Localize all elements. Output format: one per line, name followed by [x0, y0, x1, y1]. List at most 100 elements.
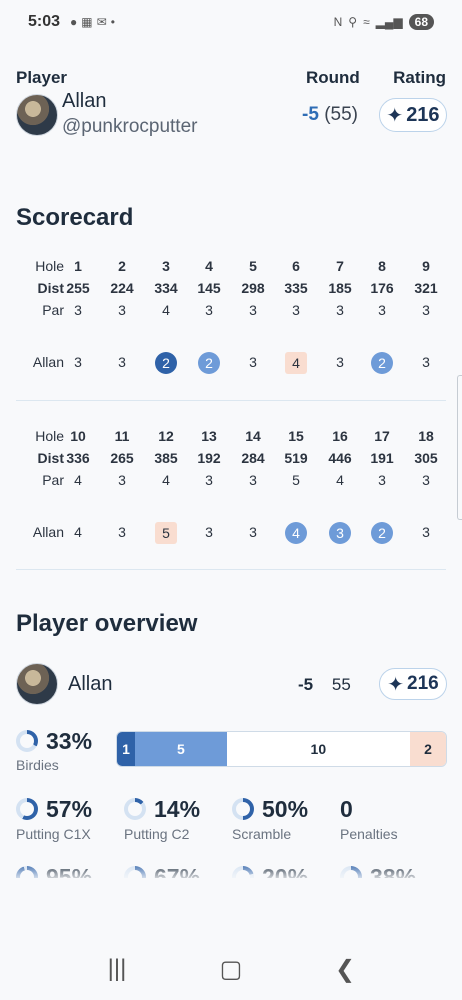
distribution-segment: 10 [226, 732, 410, 766]
hole-row: Hole 1 2 3 4 5 6 7 8 9 [16, 258, 446, 280]
overview-rating-badge[interactable]: ✦ 216 [379, 668, 447, 700]
round-strokes: (55) [324, 104, 358, 125]
hole-score-bogey: 5 [155, 522, 177, 544]
hole-number: 12 [158, 428, 174, 444]
hole-score-par: 3 [249, 354, 257, 370]
hole-score-par: 3 [336, 354, 344, 370]
hole-number: 17 [374, 428, 390, 444]
hole-number: 16 [332, 428, 348, 444]
hole-distance: 385 [154, 450, 178, 466]
hole-distance: 335 [284, 280, 308, 296]
stat-ring-icon [232, 798, 254, 820]
hole-par: 3 [118, 472, 126, 488]
stat-label: Putting C1X [16, 826, 91, 842]
hole-number: 5 [249, 258, 257, 274]
stat-value: 14% [154, 796, 201, 822]
hole-par: 3 [292, 302, 300, 318]
hole-number: 11 [114, 428, 130, 444]
overview-player-name[interactable]: Allan [68, 673, 112, 696]
overview-round-strokes: 55 [331, 675, 351, 694]
hole-par: 3 [422, 472, 430, 488]
score-distribution-bar[interactable]: 1 5 10 2 [116, 731, 447, 767]
par-row: Par 3 3 4 3 3 3 3 3 3 [16, 302, 446, 324]
hole-par: 3 [205, 472, 213, 488]
rating-value: 216 [406, 103, 440, 126]
overview-avatar[interactable] [16, 663, 58, 705]
hole-score-par: 3 [249, 524, 257, 540]
scroll-fade [0, 862, 462, 882]
scrollbar[interactable] [457, 375, 462, 520]
hole-distance: 224 [110, 280, 134, 296]
player-label: Player [16, 68, 68, 87]
hole-score-par: 4 [74, 524, 82, 540]
player-score-label: Allan [32, 524, 64, 540]
hole-score-par: 3 [74, 354, 82, 370]
hole-distance: 255 [66, 280, 90, 296]
player-handle[interactable]: @punkrocputter [62, 116, 197, 138]
recents-icon[interactable]: ||| [97, 955, 137, 983]
hole-score-birdie: 3 [329, 522, 351, 544]
hole-distance: 446 [328, 450, 352, 466]
hole-distance: 191 [370, 450, 394, 466]
hole-score-birdie: 4 [285, 522, 307, 544]
hole-par: 4 [162, 472, 170, 488]
score-row: Allan 332234323 [16, 352, 446, 376]
hole-number: 14 [245, 428, 261, 444]
hole-par: 4 [162, 302, 170, 318]
hole-distance: 176 [370, 280, 394, 296]
signal-icon: ▂▄▆ [375, 15, 403, 29]
stat-label: Putting C2 [124, 826, 190, 842]
home-icon[interactable]: ▢ [211, 955, 251, 984]
dist-row: Dist 336 265 385 192 284 519 446 191 305 [16, 450, 446, 472]
dot-icon: • [110, 15, 115, 29]
news-icon: ▦ [81, 15, 93, 29]
dist-label: Dist [37, 450, 64, 466]
hole-label: Hole [35, 428, 64, 444]
hole-distance: 265 [110, 450, 134, 466]
hole-score-birdie: 2 [198, 352, 220, 374]
hole-par: 3 [118, 302, 126, 318]
par-label: Par [42, 302, 64, 318]
player-score-label: Allan [32, 354, 64, 370]
round-label: Round [306, 68, 360, 87]
back-icon[interactable]: ❮ [325, 955, 365, 984]
hole-number: 3 [162, 258, 170, 274]
hole-number: 8 [378, 258, 386, 274]
hole-distance: 284 [241, 450, 265, 466]
dist-row: Dist 255 224 334 145 298 335 185 176 321 [16, 280, 446, 302]
hole-number: 1 [74, 258, 82, 274]
hole-number: 7 [336, 258, 344, 274]
hole-score-birdie: 2 [371, 352, 393, 374]
header-labels: Player Round Rating [16, 68, 446, 90]
rating-badge[interactable]: ✦ 216 [379, 98, 447, 132]
birdies-value: 33% [46, 728, 93, 754]
distribution-segment: 1 [117, 732, 135, 766]
par-row: Par 4 3 4 3 3 5 4 3 3 [16, 472, 446, 494]
birdies-ring-icon [16, 730, 38, 752]
dist-label: Dist [37, 280, 64, 296]
hole-label: Hole [35, 258, 64, 274]
overview-rating-value: 216 [407, 673, 439, 694]
battery-indicator: 68 [408, 14, 434, 30]
hole-score-par: 3 [205, 524, 213, 540]
hole-distance: 321 [414, 280, 438, 296]
chat-icon: ● [70, 15, 78, 29]
location-icon: ⚲ [348, 15, 358, 29]
hole-score-birdie: 2 [371, 522, 393, 544]
birdies-label: Birdies [16, 757, 59, 773]
hole-number: 13 [201, 428, 217, 444]
stat-ring-icon [16, 798, 38, 820]
avatar[interactable] [16, 94, 58, 136]
hole-number: 10 [70, 428, 86, 444]
system-nav-bar: ||| ▢ ❮ [0, 938, 462, 1000]
divider [16, 569, 446, 570]
divider [16, 400, 446, 401]
hole-par: 5 [292, 472, 300, 488]
hole-par: 3 [378, 302, 386, 318]
hole-distance: 336 [66, 450, 90, 466]
hole-par: 3 [378, 472, 386, 488]
hole-number: 15 [288, 428, 304, 444]
scorecard-title: Scorecard [16, 204, 134, 231]
stat-label: Scramble [232, 826, 292, 842]
player-name[interactable]: Allan [62, 90, 106, 113]
